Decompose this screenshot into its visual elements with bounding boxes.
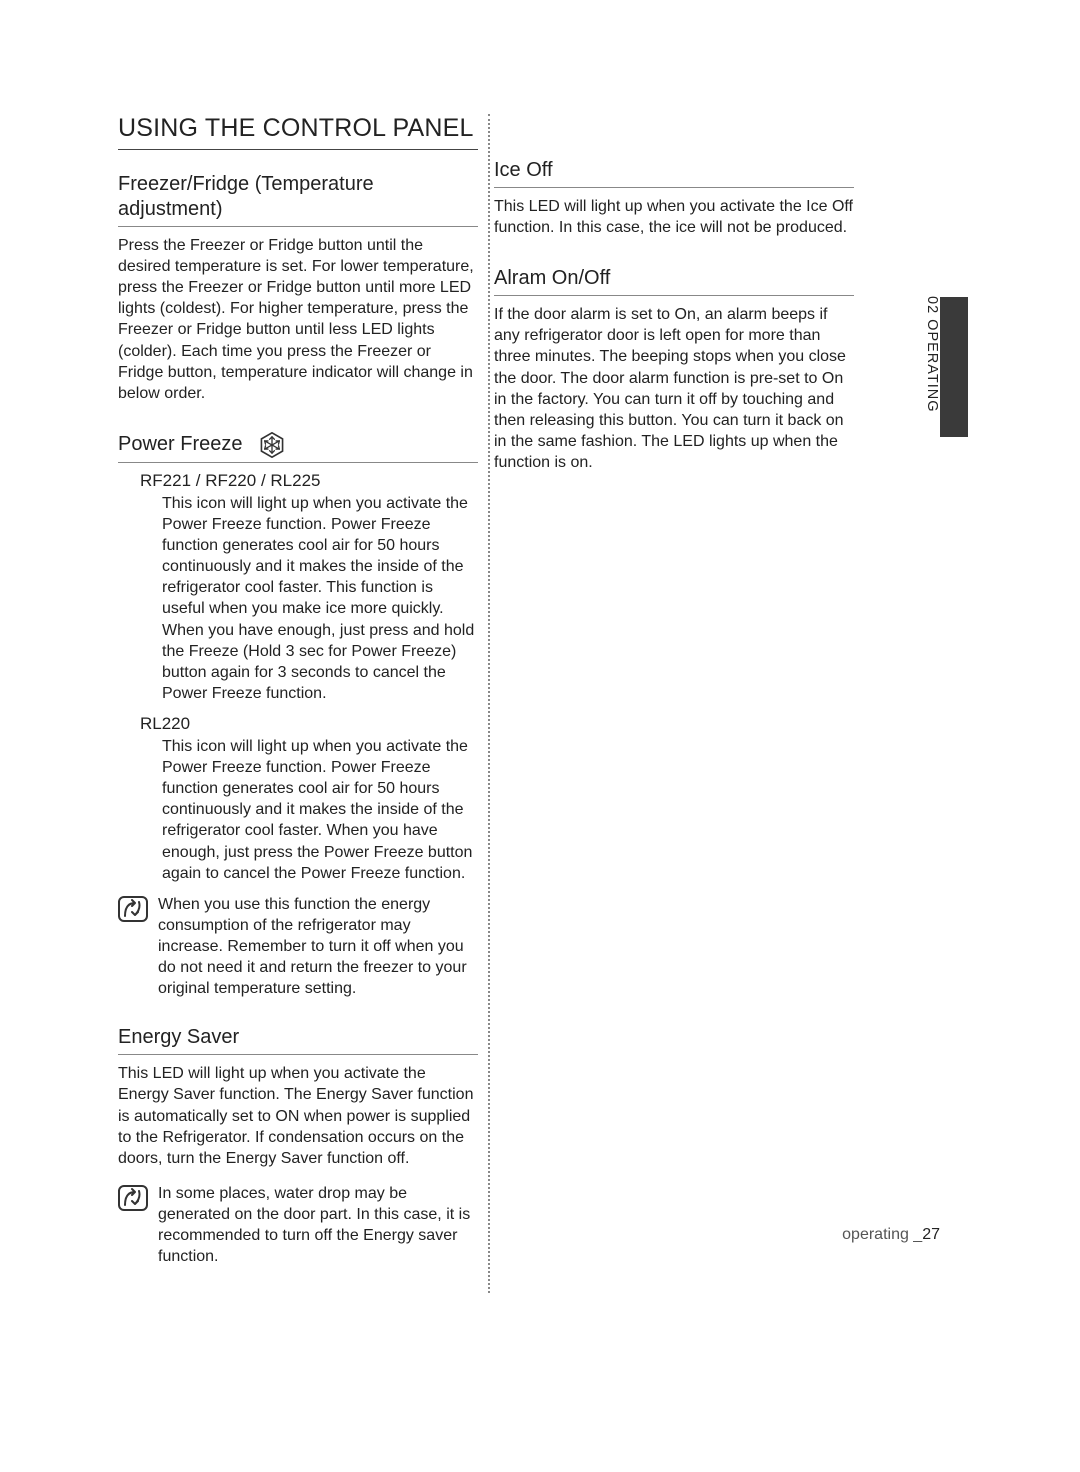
page-title: USING THE CONTROL PANEL	[118, 114, 478, 150]
heading-energy-saver: Energy Saver	[118, 1025, 478, 1055]
heading-freezer-fridge: Freezer/Fridge (Temperature adjustment)	[118, 172, 478, 227]
body-rf221: This icon will light up when you activat…	[162, 493, 478, 704]
footer-section: operating _	[842, 1226, 922, 1243]
note-icon	[118, 896, 148, 1000]
snowflake-hex-icon	[259, 432, 285, 458]
note-power-freeze: When you use this function the energy co…	[118, 894, 478, 1000]
heading-power-freeze: Power Freeze	[118, 432, 478, 463]
body-ice-off: This LED will light up when you activate…	[494, 196, 854, 238]
heading-ice-off: Ice Off	[494, 158, 854, 188]
subheading-rl220: RL220	[140, 714, 478, 734]
heading-text: Freezer/Fridge (Temperature adjustment)	[118, 172, 478, 222]
body-rl220: This icon will light up when you activat…	[162, 736, 478, 884]
body-freezer-fridge: Press the Freezer or Fridge button until…	[118, 235, 478, 404]
column-divider	[488, 114, 490, 1293]
note-text: In some places, water drop may be genera…	[158, 1183, 478, 1267]
note-energy-saver: In some places, water drop may be genera…	[118, 1183, 478, 1267]
body-energy-saver: This LED will light up when you activate…	[118, 1063, 478, 1169]
heading-text: Energy Saver	[118, 1025, 239, 1050]
heading-text: Power Freeze	[118, 432, 243, 457]
note-text: When you use this function the energy co…	[158, 894, 478, 1000]
right-column: Ice Off This LED will light up when you …	[494, 114, 854, 1293]
body-alarm-onoff: If the door alarm is set to On, an alarm…	[494, 304, 854, 473]
footer-page-number: 27	[922, 1226, 940, 1243]
page-footer: operating _27	[842, 1226, 940, 1244]
note-icon	[118, 1185, 148, 1267]
document-page: 02 OPERATING USING THE CONTROL PANEL Fre…	[0, 0, 1080, 1472]
heading-alarm-onoff: Alram On/Off	[494, 266, 854, 296]
heading-text: Ice Off	[494, 158, 553, 183]
subheading-rf221: RF221 / RF220 / RL225	[140, 471, 478, 491]
content-columns: USING THE CONTROL PANEL Freezer/Fridge (…	[118, 114, 958, 1293]
heading-text: Alram On/Off	[494, 266, 610, 291]
left-column: USING THE CONTROL PANEL Freezer/Fridge (…	[118, 114, 478, 1293]
